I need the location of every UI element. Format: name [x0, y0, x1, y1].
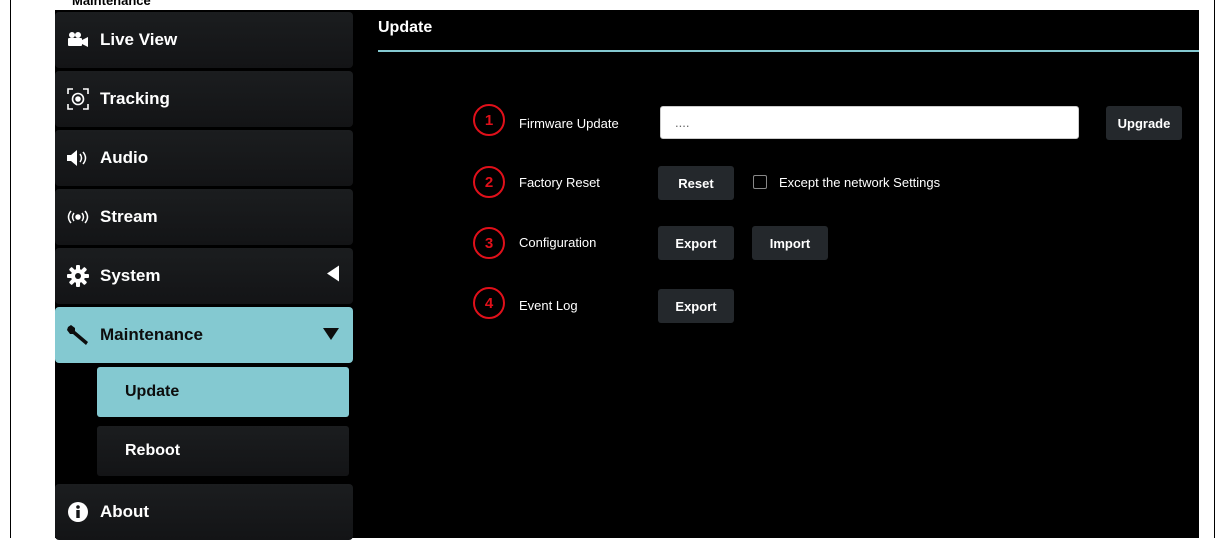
annotation-number-3: 3 — [473, 227, 505, 259]
sidebar-subitem-update[interactable]: Update — [97, 367, 349, 417]
sidebar-item-live-view[interactable]: Live View — [55, 12, 353, 68]
sidebar-item-label: About — [100, 502, 150, 521]
title-divider — [378, 50, 1199, 52]
sidebar-item-stream[interactable]: Stream — [55, 189, 353, 245]
tracking-target-icon — [66, 87, 90, 111]
annotation-number-2: 2 — [473, 166, 505, 198]
annotation-number-4: 4 — [473, 287, 505, 319]
firmware-update-label: Firmware Update — [519, 116, 619, 131]
sidebar-item-label: Tracking — [100, 89, 170, 108]
sidebar-item-label: Stream — [100, 207, 158, 226]
upgrade-button[interactable]: Upgrade — [1106, 106, 1182, 140]
chevron-down-icon — [323, 325, 339, 345]
sidebar-item-label: Audio — [100, 148, 149, 167]
except-network-label: Except the network Settings — [779, 175, 941, 190]
sidebar-subitem-label: Update — [125, 383, 180, 400]
sidebar-item-label: Maintenance — [100, 325, 203, 344]
frame-border-right — [1214, 0, 1215, 538]
sidebar-item-tracking[interactable]: Tracking — [55, 71, 353, 127]
section-caption: Maintenance — [72, 0, 151, 8]
app-window: Live View Tracking Audio Stream System M… — [55, 10, 1199, 540]
config-import-button[interactable]: Import — [752, 226, 828, 260]
factory-reset-label: Factory Reset — [519, 175, 600, 190]
sidebar-item-audio[interactable]: Audio — [55, 130, 353, 186]
sidebar-item-maintenance[interactable]: Maintenance — [55, 307, 353, 363]
config-export-button[interactable]: Export — [658, 226, 734, 260]
frame-border-left — [10, 0, 11, 538]
sidebar-subitem-reboot[interactable]: Reboot — [97, 426, 349, 476]
chevron-left-icon — [327, 265, 339, 287]
annotation-number-1: 1 — [473, 104, 505, 136]
sidebar-subitem-label: Reboot — [125, 442, 181, 459]
page-title: Update — [378, 19, 433, 36]
sidebar: Live View Tracking Audio Stream System M… — [55, 10, 353, 540]
except-network-checkbox[interactable] — [753, 175, 767, 189]
firmware-file-value: .... — [675, 115, 690, 130]
event-log-label: Event Log — [519, 298, 578, 313]
configuration-label: Configuration — [519, 235, 597, 250]
sidebar-item-about[interactable]: About — [55, 484, 353, 540]
info-icon — [66, 500, 90, 524]
gear-icon — [66, 264, 90, 288]
video-camera-icon — [66, 28, 90, 52]
reset-button[interactable]: Reset — [658, 166, 734, 200]
sidebar-item-system[interactable]: System — [55, 248, 353, 304]
sidebar-item-label: System — [100, 266, 161, 285]
eventlog-export-button[interactable]: Export — [658, 289, 734, 323]
broadcast-icon — [66, 205, 90, 229]
wrench-icon — [66, 323, 90, 347]
sidebar-item-label: Live View — [100, 30, 178, 49]
firmware-file-field[interactable]: .... — [660, 106, 1079, 139]
speaker-icon — [66, 146, 90, 170]
